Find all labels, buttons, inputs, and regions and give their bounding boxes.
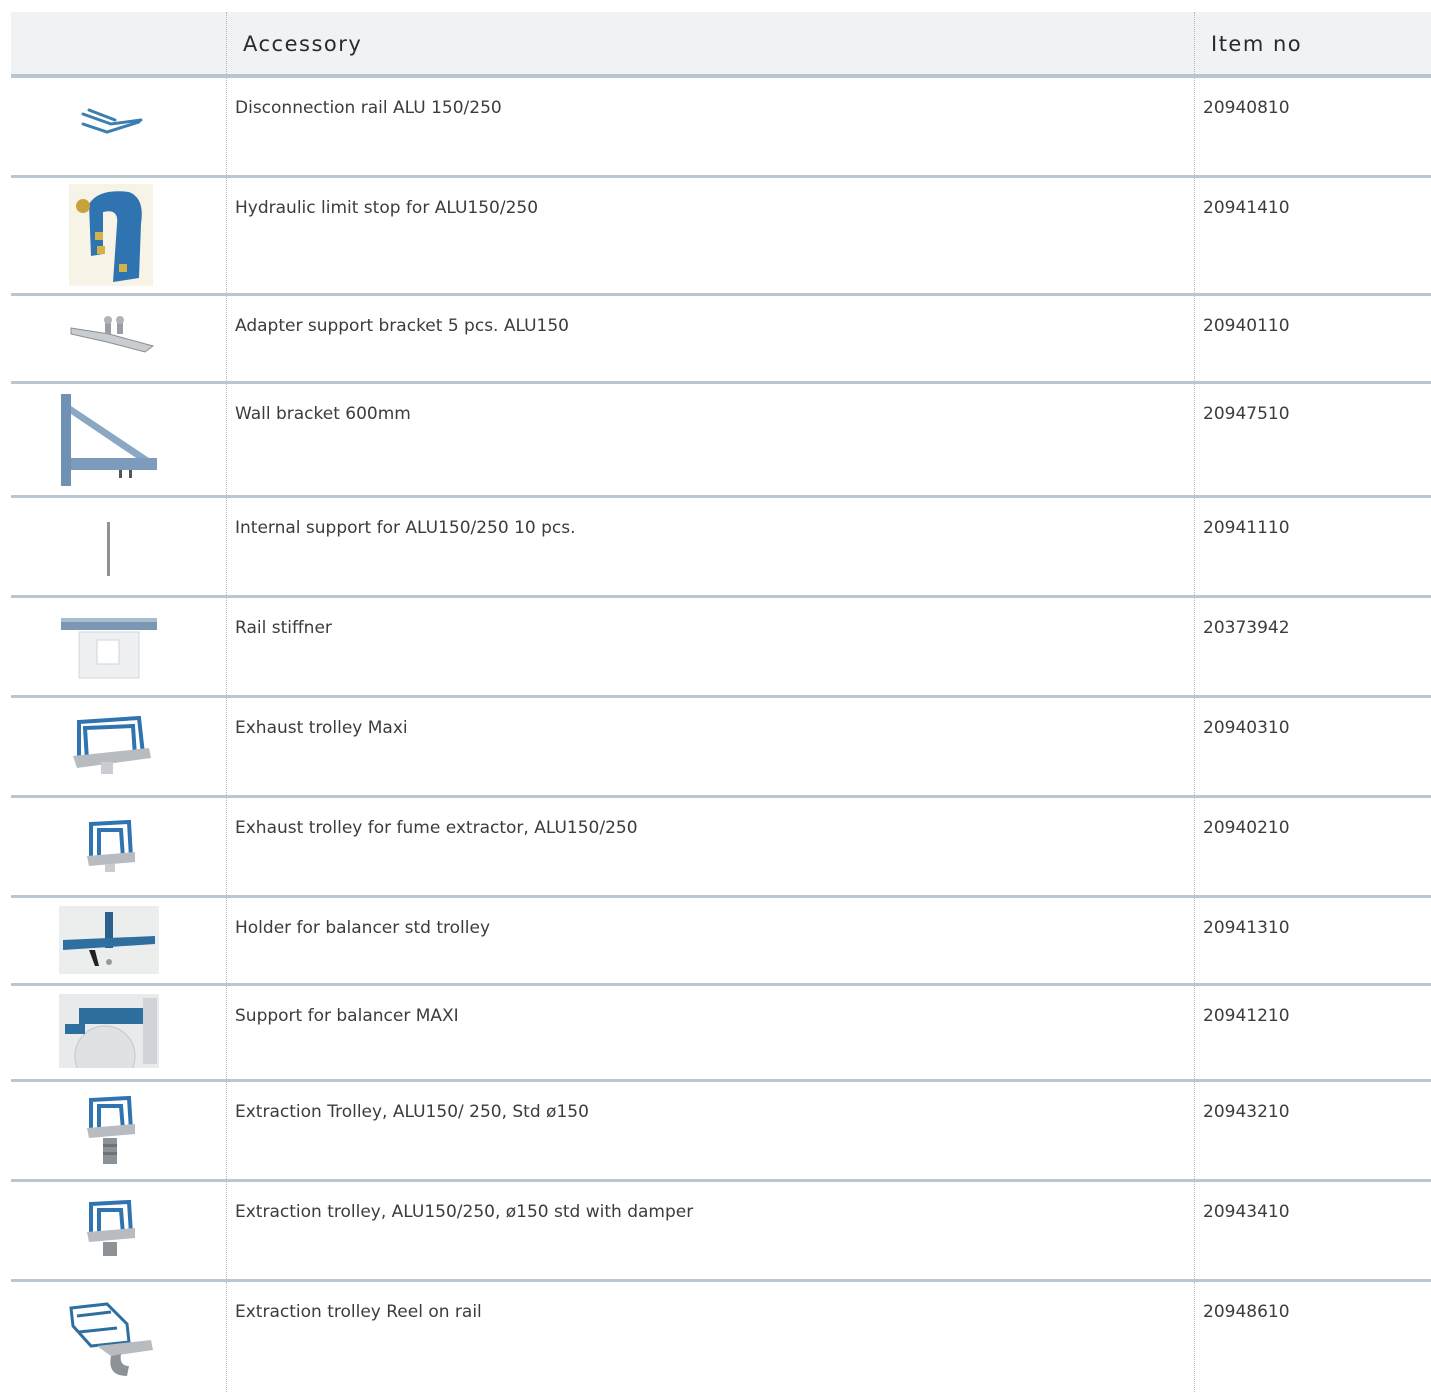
item-number: 20940210 [1203, 818, 1290, 838]
table-row: Hydraulic limit stop for ALU150/250 2094… [11, 178, 1431, 296]
item-number: 20943410 [1203, 1202, 1290, 1222]
accessory-name: Extraction trolley, ALU150/250, ø150 std… [235, 1202, 694, 1222]
exhaust-trolley-maxi-image [69, 714, 153, 778]
item-number: 20940110 [1203, 316, 1290, 336]
item-number: 20947510 [1203, 404, 1290, 424]
extraction-trolley-std-image [85, 1094, 137, 1168]
internal-support-image [105, 522, 113, 576]
accessory-table: Accessory Item no Disconnection rail ALU… [11, 12, 1431, 1392]
accessory-name: Disconnection rail ALU 150/250 [235, 98, 502, 118]
table-row: Extraction trolley, ALU150/250, ø150 std… [11, 1182, 1431, 1282]
accessory-name: Extraction trolley Reel on rail [235, 1302, 482, 1322]
item-number: 20940810 [1203, 98, 1290, 118]
table-row: Rail stiffner 20373942 [11, 598, 1431, 698]
table-row: Extraction Trolley, ALU150/ 250, Std ø15… [11, 1082, 1431, 1182]
item-number: 20941410 [1203, 198, 1290, 218]
table-row: Exhaust trolley for fume extractor, ALU1… [11, 798, 1431, 898]
item-number: 20943210 [1203, 1102, 1290, 1122]
balancer-support-image [59, 994, 159, 1068]
accessory-name: Support for balancer MAXI [235, 1006, 459, 1026]
table-row: Disconnection rail ALU 150/250 20940810 [11, 78, 1431, 178]
column-divider [226, 12, 227, 74]
accessory-name: Internal support for ALU150/250 10 pcs. [235, 518, 576, 538]
accessory-name: Hydraulic limit stop for ALU150/250 [235, 198, 539, 218]
table-header: Accessory Item no [11, 12, 1431, 78]
accessory-name: Wall bracket 600mm [235, 404, 411, 424]
table-row: Wall bracket 600mm 20947510 [11, 384, 1431, 498]
item-number: 20373942 [1203, 618, 1290, 638]
table-row: Adapter support bracket 5 pcs. ALU150 20… [11, 296, 1431, 384]
header-accessory: Accessory [243, 32, 363, 56]
item-number: 20948610 [1203, 1302, 1290, 1322]
table-row: Exhaust trolley Maxi 20940310 [11, 698, 1431, 798]
wall-bracket-image [59, 392, 163, 488]
disconnection-rail-image [81, 106, 143, 136]
table-row: Support for balancer MAXI 20941210 [11, 986, 1431, 1082]
table-row: Holder for balancer std trolley 20941310 [11, 898, 1431, 986]
accessory-name: Holder for balancer std trolley [235, 918, 491, 938]
adapter-support-bracket-image [69, 316, 159, 356]
exhaust-trolley-fume-image [85, 818, 137, 876]
rail-stiffner-image [59, 614, 159, 680]
header-item-no: Item no [1211, 32, 1303, 56]
item-number: 20941210 [1203, 1006, 1290, 1026]
column-divider [1194, 12, 1195, 74]
accessory-name: Rail stiffner [235, 618, 332, 638]
accessory-name: Adapter support bracket 5 pcs. ALU150 [235, 316, 569, 336]
balancer-holder-image [59, 906, 159, 974]
accessory-name: Exhaust trolley Maxi [235, 718, 408, 738]
extraction-trolley-reel-image [67, 1302, 157, 1382]
extraction-trolley-damper-image [85, 1198, 137, 1260]
table-row: Internal support for ALU150/250 10 pcs. … [11, 498, 1431, 598]
accessory-name: Extraction Trolley, ALU150/ 250, Std ø15… [235, 1102, 589, 1122]
accessory-name: Exhaust trolley for fume extractor, ALU1… [235, 818, 638, 838]
item-number: 20941310 [1203, 918, 1290, 938]
item-number: 20940310 [1203, 718, 1290, 738]
item-number: 20941110 [1203, 518, 1290, 538]
hydraulic-limit-stop-image [69, 184, 153, 286]
table-row: Extraction trolley Reel on rail 20948610 [11, 1282, 1431, 1392]
